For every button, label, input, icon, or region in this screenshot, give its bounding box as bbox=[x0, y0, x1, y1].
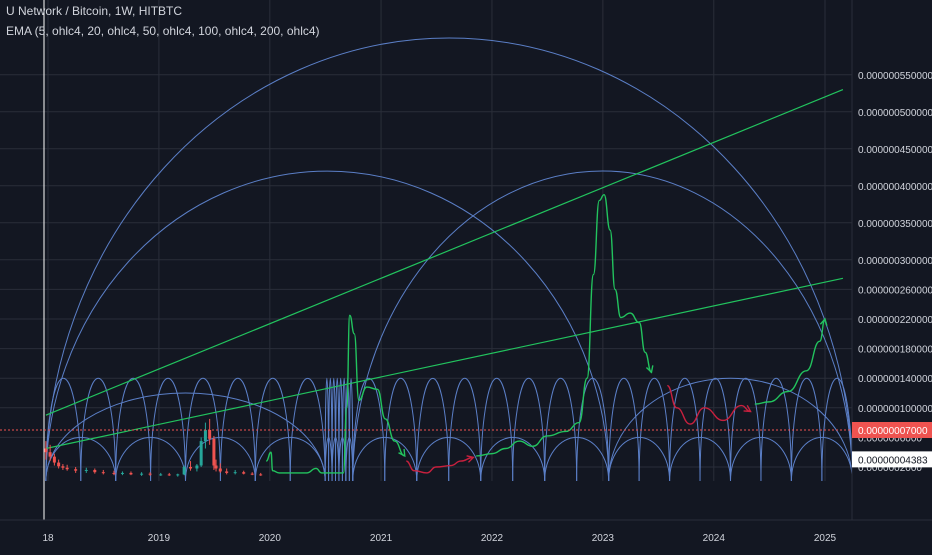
candle-body-10 bbox=[112, 472, 116, 474]
candle-body-4 bbox=[61, 466, 65, 468]
price-tick-label-2: 0.000000100000 bbox=[858, 404, 932, 415]
candle-body-27 bbox=[225, 471, 229, 473]
price-tick-label-7: 0.000000300000 bbox=[858, 256, 932, 267]
candle-body-22 bbox=[203, 430, 207, 442]
candle-body-14 bbox=[148, 473, 152, 475]
price-tick-label-8: 0.000000350000 bbox=[858, 219, 932, 230]
candle-body-28 bbox=[233, 472, 237, 474]
candle-body-17 bbox=[176, 474, 180, 476]
candle-body-26 bbox=[218, 468, 222, 472]
price-tick-label-9: 0.000000400000 bbox=[858, 182, 932, 193]
candle-body-15 bbox=[159, 474, 163, 476]
price-tick-label-10: 0.000000450000 bbox=[858, 145, 932, 156]
candle-body-19 bbox=[189, 467, 193, 469]
candle-body-9 bbox=[101, 472, 105, 474]
time-tick-label-2: 2020 bbox=[259, 533, 282, 544]
time-tick-label-3: 2021 bbox=[370, 533, 393, 544]
time-tick-label-5: 2023 bbox=[592, 533, 615, 544]
candle-body-11 bbox=[120, 472, 124, 474]
candle-body-24 bbox=[212, 438, 216, 466]
candle-body-1 bbox=[48, 452, 52, 457]
candle-body-8 bbox=[93, 469, 97, 473]
time-axis-bg bbox=[0, 520, 932, 550]
candle-body-20 bbox=[195, 465, 199, 469]
price-tick-label-3: 0.000000140000 bbox=[858, 374, 932, 385]
candle-body-7 bbox=[84, 469, 88, 471]
candle-body-29 bbox=[242, 472, 246, 474]
price-tick-label-4: 0.000000180000 bbox=[858, 345, 932, 356]
candle-body-5 bbox=[65, 467, 69, 470]
candle-body-12 bbox=[129, 472, 133, 475]
price-axis[interactable]: 0.00000020000.00000060000.0000001000000.… bbox=[851, 0, 932, 520]
price-tick-label-12: 0.000000550000 bbox=[858, 71, 932, 82]
chart-title: U Network / Bitcoin, 1W, HITBTC bbox=[6, 4, 183, 18]
time-tick-label-7: 2025 bbox=[814, 533, 837, 544]
time-axis[interactable]: 18 2019 2020 2021 2022 2023 2024 2025 bbox=[0, 519, 932, 550]
price-tick-label-5: 0.000000220000 bbox=[858, 315, 932, 326]
candle-body-30 bbox=[250, 473, 254, 475]
candle-body-0 bbox=[44, 448, 48, 453]
candle-body-21 bbox=[199, 441, 203, 466]
price-label-0: 0.00000007000 bbox=[858, 426, 928, 437]
candle-body-3 bbox=[57, 462, 61, 467]
chart-root[interactable]: 0.0000002000 0.0000006000 0.000000100000 0.… bbox=[0, 0, 932, 550]
price-tick-label-6: 0.000000260000 bbox=[858, 285, 932, 296]
candle-body-23 bbox=[208, 430, 212, 439]
price-tick-label-11: 0.000000500000 bbox=[858, 108, 932, 119]
chart-svg[interactable]: 0.00000020000.00000060000.0000001000000.… bbox=[0, 0, 932, 550]
time-tick-label-4: 2022 bbox=[481, 533, 504, 544]
candle-body-6 bbox=[74, 469, 78, 471]
candle-body-13 bbox=[140, 473, 144, 475]
time-tick-label-6: 2024 bbox=[703, 533, 726, 544]
candle-body-25 bbox=[214, 465, 218, 469]
indicator-legend: EMA (5, ohlc4, 20, ohlc4, 50, ohlc4, 100… bbox=[6, 24, 320, 38]
time-tick-label-1: 2019 bbox=[148, 533, 171, 544]
price-label-1: 0.00000004383 bbox=[858, 455, 928, 466]
candle-body-2 bbox=[52, 456, 56, 463]
candle-body-18 bbox=[182, 467, 186, 475]
candle-body-16 bbox=[167, 474, 171, 476]
candle-body-31 bbox=[259, 474, 263, 476]
time-tick-label-0: 18 bbox=[42, 533, 54, 544]
